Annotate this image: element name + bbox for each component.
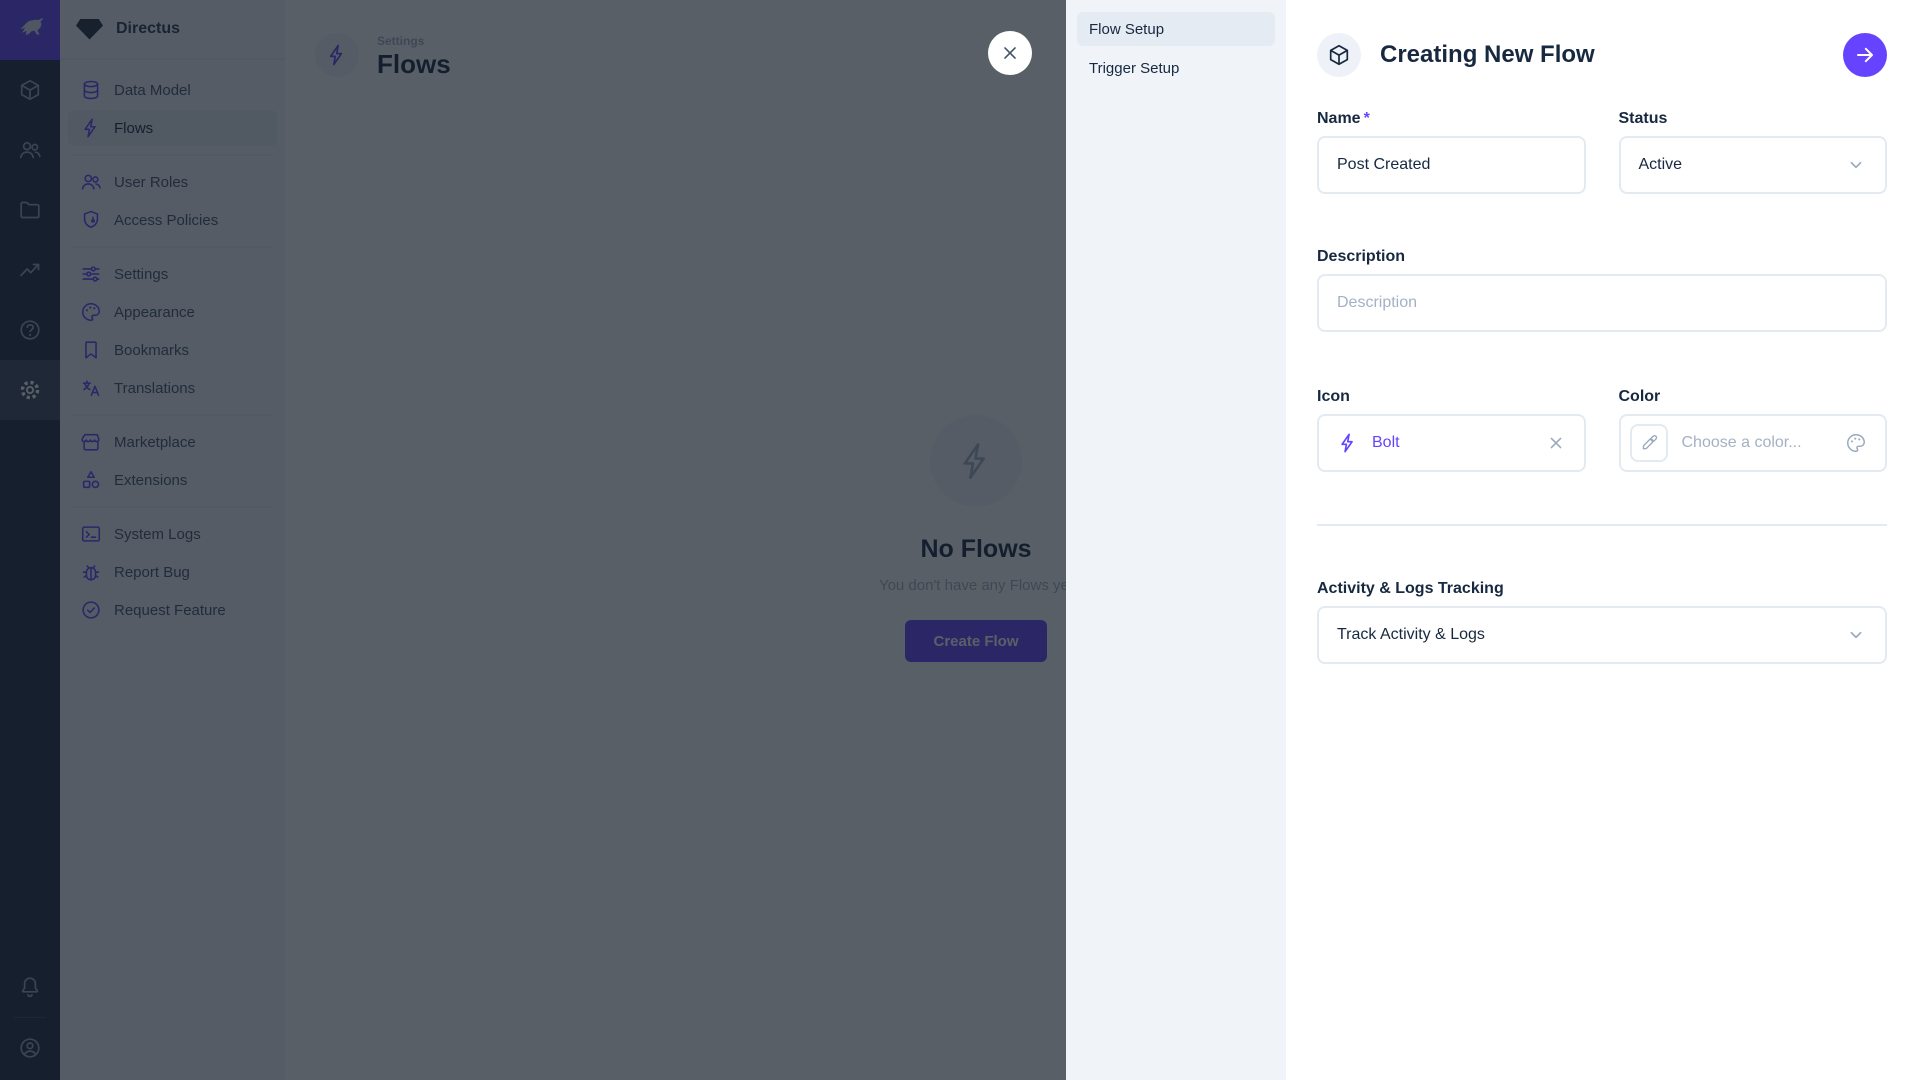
description-field: Description (1317, 248, 1887, 332)
eyedropper-icon (1639, 433, 1659, 453)
tracking-value: Track Activity & Logs (1337, 626, 1485, 644)
clear-icon[interactable] (1546, 433, 1566, 453)
required-mark: * (1364, 110, 1370, 127)
chevron-down-icon (1845, 624, 1867, 646)
color-placeholder: Choose a color... (1682, 434, 1802, 452)
color-label: Color (1619, 388, 1888, 406)
chevron-down-icon (1845, 154, 1867, 176)
form-section-divider (1317, 524, 1887, 526)
close-drawer-button[interactable] (988, 31, 1032, 75)
name-input[interactable] (1317, 136, 1586, 194)
name-label: Name* (1317, 110, 1586, 128)
arrow-right-icon (1853, 43, 1877, 67)
palette-icon[interactable] (1845, 432, 1867, 454)
directus-app: Directus Data Model Flows User Roles Acc… (0, 0, 1920, 1080)
drawer-main: Creating New Flow Name* Status (1286, 0, 1920, 1080)
status-select[interactable]: Active (1619, 136, 1888, 194)
flow-setup-form: Name* Status Active Description (1286, 110, 1920, 664)
drawer-overlay[interactable] (0, 0, 1066, 1080)
color-picker-button[interactable] (1630, 424, 1668, 462)
status-label: Status (1619, 110, 1888, 128)
name-field: Name* (1317, 110, 1586, 194)
drawer-nav-trigger-setup[interactable]: Trigger Setup (1077, 51, 1275, 85)
cube-icon (1327, 43, 1351, 67)
save-flow-button[interactable] (1843, 33, 1887, 77)
icon-select[interactable]: Bolt (1317, 414, 1586, 472)
status-field: Status Active (1619, 110, 1888, 194)
icon-label: Icon (1317, 388, 1586, 406)
tracking-label: Activity & Logs Tracking (1317, 580, 1887, 598)
tracking-field: Activity & Logs Tracking Track Activity … (1317, 580, 1887, 664)
close-icon (999, 42, 1021, 64)
drawer-title: Creating New Flow (1380, 41, 1595, 69)
drawer-header: Creating New Flow (1286, 0, 1920, 77)
drawer-header-icon-circle (1317, 33, 1361, 77)
description-input[interactable] (1317, 274, 1887, 332)
drawer-nav: Flow Setup Trigger Setup (1066, 0, 1286, 1080)
drawer-nav-flow-setup[interactable]: Flow Setup (1077, 12, 1275, 46)
icon-field: Icon Bolt (1317, 388, 1586, 472)
creating-new-flow-drawer: Flow Setup Trigger Setup Creating New Fl… (1066, 0, 1920, 1080)
icon-value: Bolt (1372, 434, 1400, 452)
status-value: Active (1639, 156, 1683, 174)
color-input[interactable]: Choose a color... (1619, 414, 1888, 472)
description-label: Description (1317, 248, 1887, 266)
color-field: Color Choose a color... (1619, 388, 1888, 472)
tracking-select[interactable]: Track Activity & Logs (1317, 606, 1887, 664)
bolt-icon (1337, 432, 1359, 454)
